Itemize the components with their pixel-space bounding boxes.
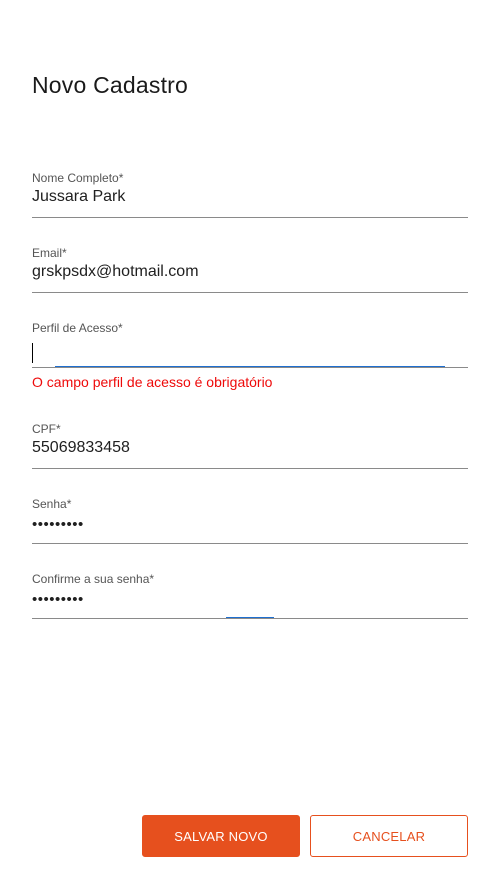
cancel-button[interactable]: CANCELAR [310, 815, 468, 857]
access-profile-field-underline [32, 367, 468, 368]
name-field-underline [32, 217, 468, 218]
cpf-field-value[interactable]: 55069833458 [32, 439, 130, 457]
email-field-value[interactable]: grskpsdx@hotmail.com [32, 263, 199, 281]
confirm-password-field[interactable]: Confirme a sua senha* ••••••••• [32, 572, 468, 620]
cpf-field-label: CPF* [32, 422, 61, 436]
email-field[interactable]: Email* grskpsdx@hotmail.com [32, 246, 468, 294]
confirm-password-field-value[interactable]: ••••••••• [32, 591, 84, 608]
name-field-value[interactable]: Jussara Park [32, 188, 125, 206]
confirm-password-field-label: Confirme a sua senha* [32, 572, 155, 586]
text-cursor [32, 343, 33, 363]
password-field-value[interactable]: ••••••••• [32, 516, 84, 533]
cpf-field[interactable]: CPF* 55069833458 [32, 422, 468, 470]
access-profile-error-message: O campo perfil de acesso é obrigatório [32, 374, 273, 390]
password-field-label: Senha* [32, 497, 72, 511]
page-title: Novo Cadastro [32, 72, 189, 98]
password-field-underline [32, 543, 468, 544]
access-profile-field[interactable]: Perfil de Acesso* [32, 321, 468, 369]
access-profile-field-label: Perfil de Acesso* [32, 321, 123, 335]
email-field-underline [32, 292, 468, 293]
name-field[interactable]: Nome Completo* Jussara Park [32, 171, 468, 219]
email-field-label: Email* [32, 246, 67, 260]
password-field[interactable]: Senha* ••••••••• [32, 497, 468, 545]
save-new-button[interactable]: SALVAR NOVO [142, 815, 300, 857]
confirm-password-field-underline [32, 618, 468, 619]
name-field-label: Nome Completo* [32, 171, 124, 185]
cpf-field-underline [32, 468, 468, 469]
